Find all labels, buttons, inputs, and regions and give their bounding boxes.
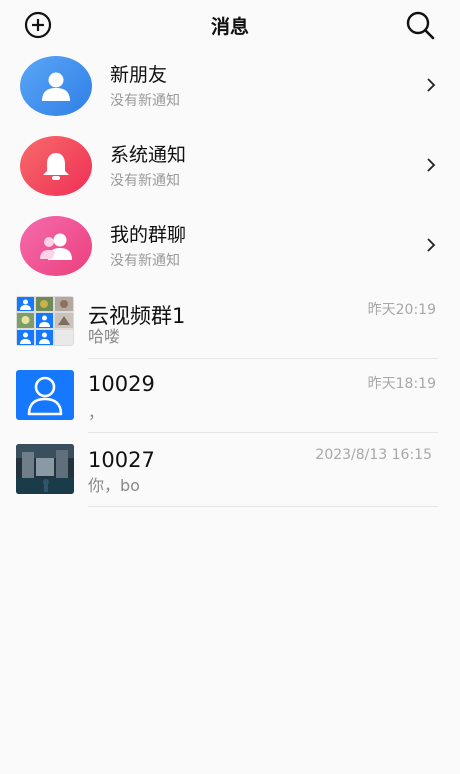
chat-item[interactable]: 云视频群1 哈喽 昨天20:19 (0, 290, 460, 364)
chat-last-message: ， (88, 403, 105, 422)
my-groups-label: 我的群聊 (110, 224, 187, 246)
user-outline-icon (27, 376, 63, 416)
chat-last-message: 你，bo (88, 476, 140, 495)
chat-item[interactable]: 10029 ， 昨天18:19 (0, 364, 460, 438)
system-notifications-label: 系统通知 (110, 144, 187, 166)
my-groups-item[interactable]: 我的群聊 没有新通知 (0, 216, 460, 288)
divider (88, 358, 438, 359)
chat-item[interactable]: 10027 你，bo 2023/8/13 16:15 (0, 438, 460, 512)
system-notifications-status: 没有新通知 (110, 173, 180, 189)
chat-last-message: 哈喽 (88, 327, 121, 346)
new-friends-status: 没有新通知 (110, 93, 180, 109)
chevron-right-icon (427, 158, 436, 172)
new-friends-label: 新朋友 (110, 64, 168, 86)
divider (88, 432, 438, 433)
system-notifications-avatar (20, 136, 92, 196)
chat-name: 10029 (88, 372, 155, 396)
group-avatar (16, 296, 74, 346)
system-notifications-item[interactable]: 系统通知 没有新通知 (0, 136, 460, 208)
bell-icon (43, 153, 69, 180)
top-bar: 消息 (0, 0, 460, 48)
chat-time: 昨天20:19 (367, 302, 436, 318)
my-groups-avatar (20, 216, 92, 276)
new-friends-avatar (20, 56, 92, 116)
contact-avatar (16, 370, 74, 420)
chat-time: 2023/8/13 16:15 (315, 447, 432, 463)
chat-time: 昨天18:19 (367, 376, 436, 392)
search-button[interactable] (403, 8, 437, 42)
search-icon (406, 11, 435, 40)
contact-avatar (16, 444, 74, 494)
page-title: 消息 (210, 16, 249, 38)
group-collage-icon (17, 297, 73, 345)
divider (88, 506, 438, 507)
chat-name: 10027 (88, 448, 155, 472)
new-friends-item[interactable]: 新朋友 没有新通知 (0, 56, 460, 128)
user-icon (42, 72, 70, 101)
my-groups-status: 没有新通知 (110, 253, 180, 269)
chevron-right-icon (427, 78, 436, 92)
chevron-right-icon (427, 238, 436, 252)
group-icon (40, 233, 72, 260)
photo-avatar-icon (16, 444, 74, 494)
